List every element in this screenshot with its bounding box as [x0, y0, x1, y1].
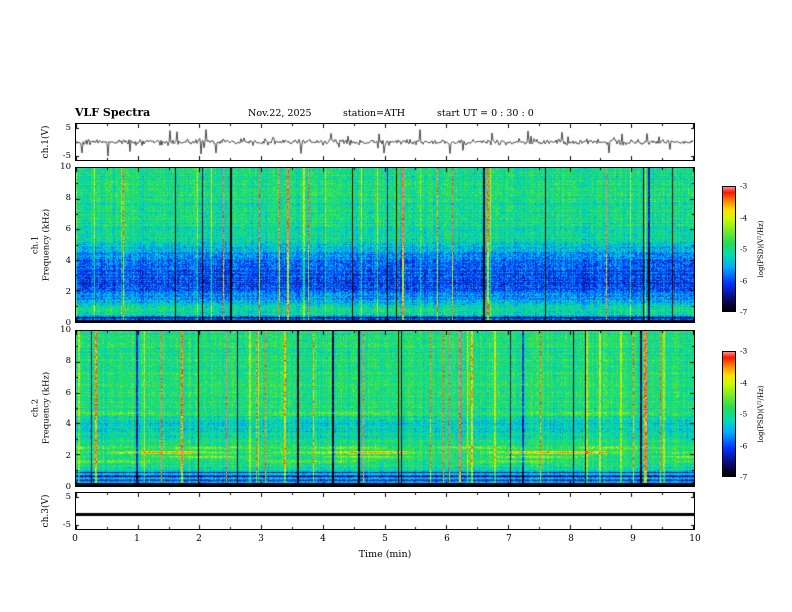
- x-tick-label: 4: [320, 534, 326, 544]
- figure-title: VLF Spectra: [75, 106, 151, 119]
- x-axis-label: Time (min): [358, 549, 412, 560]
- y-tick-label: 2: [65, 287, 71, 297]
- date-label: Nov.22, 2025: [248, 108, 312, 119]
- x-tick-label: 5: [382, 534, 388, 544]
- x-tick-label: 1: [134, 534, 140, 544]
- y-tick-label: 2: [65, 451, 71, 461]
- ch1-frequency-axis-label: ch.1 Frequency (kHz): [30, 209, 51, 281]
- y-tick-label: 10: [60, 325, 71, 335]
- x-tick-label: 6: [444, 534, 450, 544]
- ch1-waveform-canvas: [76, 124, 694, 160]
- colorbar-tick-label: -4: [740, 213, 748, 223]
- ch3-voltage-axis-label: ch.3(V): [41, 494, 51, 528]
- colorbar-tick-label: -4: [740, 378, 748, 388]
- axis-label-line: Frequency (kHz): [41, 208, 51, 282]
- ch2-frequency-axis-label: ch.2 Frequency (kHz): [30, 372, 51, 444]
- colorbar-ch1-label: log(PSD)(V²/Hz): [757, 220, 765, 278]
- ch2-spectrogram-canvas: [76, 331, 694, 486]
- colorbar-ch1-canvas: [723, 187, 735, 311]
- colorbar-tick-label: -7: [740, 472, 748, 482]
- colorbar-tick-label: -3: [740, 346, 748, 356]
- station-label: station=ATH: [343, 108, 405, 119]
- x-tick-label: 2: [196, 534, 202, 544]
- colorbar-tick-label: -5: [740, 409, 748, 419]
- y-tick-label: 8: [65, 356, 71, 366]
- colorbar-ch2-canvas: [723, 352, 735, 476]
- ch1-voltage-axis-label: ch.1(V): [41, 125, 51, 159]
- ch1-waveform-panel: [75, 123, 695, 161]
- colorbar-tick-label: -6: [740, 276, 748, 286]
- colorbar-tick-label: -3: [740, 181, 748, 191]
- colorbar-tick-label: -7: [740, 307, 748, 317]
- colorbar-ch2-label: log(PSD)(V²/Hz): [757, 385, 765, 443]
- colorbar-tick-label: -6: [740, 441, 748, 451]
- ch1-spectrogram-canvas: [76, 168, 694, 322]
- colorbar-tick-label: -5: [740, 244, 748, 254]
- axis-label-line: ch.2: [30, 398, 41, 418]
- ch3-waveform-panel: [75, 492, 695, 530]
- ch3-waveform-canvas: [76, 493, 694, 529]
- axis-label-line: Frequency (kHz): [41, 371, 51, 445]
- ch1-spectrogram-panel: [75, 167, 695, 323]
- x-tick-label: 0: [72, 534, 78, 544]
- ch2-spectrogram-panel: [75, 330, 695, 487]
- x-tick-label: 10: [689, 534, 701, 544]
- vlf-spectra-figure: VLF Spectra Nov.22, 2025 station=ATH sta…: [0, 0, 792, 612]
- colorbar-ch2: [722, 351, 736, 477]
- y-tick-label: 0: [65, 482, 71, 492]
- start-ut-label: start UT = 0 : 30 : 0: [437, 108, 534, 119]
- y-tick-label: 8: [65, 193, 71, 203]
- x-tick-label: 9: [630, 534, 636, 544]
- x-tick-label: 7: [506, 534, 512, 544]
- axis-label-line: ch.1: [30, 235, 41, 255]
- y-tick-label: 10: [60, 162, 71, 172]
- colorbar-ch1: [722, 186, 736, 312]
- x-tick-label: 3: [258, 534, 264, 544]
- x-tick-label: 8: [568, 534, 574, 544]
